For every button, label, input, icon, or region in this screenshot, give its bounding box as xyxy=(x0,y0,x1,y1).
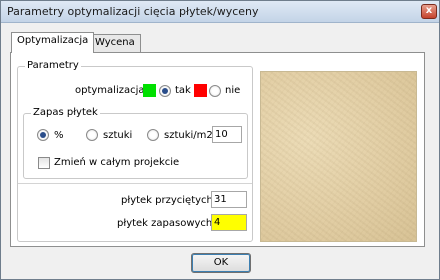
tab-optymalizacja[interactable]: Optymalizacja xyxy=(11,32,95,53)
yes-color-swatch xyxy=(143,84,156,97)
option-yes-label[interactable]: tak xyxy=(175,85,191,96)
optymalizacja-label: optymalizacja xyxy=(75,85,145,96)
option-yes-radio[interactable] xyxy=(159,85,171,97)
close-icon[interactable]: x xyxy=(421,4,437,19)
unit-per-m2-radio[interactable] xyxy=(147,129,159,141)
tile-texture-preview xyxy=(260,71,417,242)
title-bar[interactable]: Parametry optymalizacji cięcia płytek/wy… xyxy=(1,1,439,23)
tab-wycena[interactable]: Wycena xyxy=(89,34,141,52)
spare-tiles-label: płytek zapasowych xyxy=(117,218,213,229)
ok-button[interactable]: OK xyxy=(191,253,251,273)
apply-all-checkbox[interactable] xyxy=(38,157,50,169)
cut-tiles-label: płytek przyciętych xyxy=(121,195,213,206)
cut-tiles-field: 31 xyxy=(211,191,247,208)
no-color-swatch xyxy=(194,84,207,97)
section-divider xyxy=(18,183,252,184)
unit-pieces-label[interactable]: sztuki xyxy=(103,130,132,141)
spare-tiles-field: 4 xyxy=(211,214,247,231)
parametry-group-title: Parametry xyxy=(25,60,81,71)
window-title: Parametry optymalizacji cięcia płytek/wy… xyxy=(7,5,259,18)
apply-all-label[interactable]: Zmień w całym projekcie xyxy=(54,157,179,168)
zapas-group xyxy=(23,113,248,179)
unit-percent-label[interactable]: % xyxy=(54,130,64,141)
option-no-label[interactable]: nie xyxy=(225,85,240,96)
unit-per-m2-label[interactable]: sztuki/m2 xyxy=(164,130,213,141)
tab-panel-optymalizacja: Parametry optymalizacja tak nie Zapas pł… xyxy=(10,52,425,247)
option-no-radio[interactable] xyxy=(209,85,221,97)
dialog-window: Parametry optymalizacji cięcia płytek/wy… xyxy=(0,0,440,280)
zapas-group-title: Zapas płytek xyxy=(31,107,100,118)
unit-pieces-radio[interactable] xyxy=(86,129,98,141)
unit-percent-radio[interactable] xyxy=(37,129,49,141)
amount-input[interactable]: 10 xyxy=(212,126,242,143)
